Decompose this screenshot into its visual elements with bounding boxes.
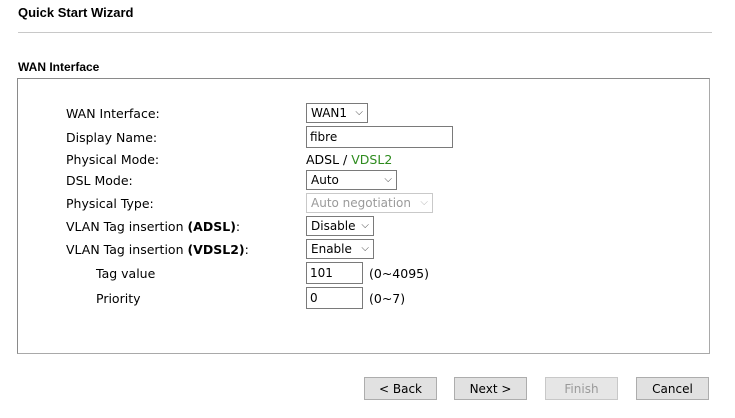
tag-value-label: Tag value xyxy=(96,266,156,281)
vlan-adsl-label: VLAN Tag insertion (ADSL): xyxy=(66,219,240,235)
back-button[interactable]: < Back xyxy=(364,377,437,400)
tag-value-input[interactable] xyxy=(306,262,363,284)
priority-range-hint: (0~7) xyxy=(369,291,406,306)
vlan-vdsl2-label-suffix: : xyxy=(244,242,249,257)
physical-type-label: Physical Type: xyxy=(66,196,154,211)
display-name-label: Display Name: xyxy=(66,130,158,145)
display-name-input[interactable] xyxy=(306,126,453,148)
finish-button: Finish xyxy=(545,377,618,400)
section-title: WAN Interface xyxy=(18,60,100,74)
vlan-adsl-label-bold: (ADSL) xyxy=(187,219,236,234)
physical-mode-label: Physical Mode: xyxy=(66,152,160,167)
vlan-adsl-label-suffix: : xyxy=(235,219,241,234)
physical-mode-separator: / xyxy=(339,152,352,167)
vlan-adsl-select[interactable]: Disable ⌵ xyxy=(306,216,374,236)
physical-mode-adsl: ADSL xyxy=(306,152,340,167)
vlan-vdsl2-select[interactable]: Enable ⌵ xyxy=(306,239,374,259)
priority-input[interactable] xyxy=(306,287,363,309)
chevron-down-icon: ⌵ xyxy=(361,243,369,254)
dsl-mode-label: DSL Mode: xyxy=(66,173,133,188)
chevron-down-icon: ⌵ xyxy=(355,107,363,118)
priority-label: Priority xyxy=(96,291,141,306)
wan-interface-select-value: WAN1 xyxy=(311,106,348,120)
physical-mode-value: ADSL / VDSL2 xyxy=(306,152,392,168)
vlan-adsl-select-value: Disable xyxy=(311,219,356,233)
physical-type-select: Auto negotiation ⌵ xyxy=(306,193,433,213)
title-divider xyxy=(18,32,712,33)
chevron-down-icon: ⌵ xyxy=(384,174,392,185)
wan-interface-select[interactable]: WAN1 ⌵ xyxy=(306,103,368,123)
page-title: Quick Start Wizard xyxy=(18,5,134,20)
wan-interface-label: WAN Interface: xyxy=(66,106,160,121)
chevron-down-icon: ⌵ xyxy=(420,197,428,208)
dsl-mode-select[interactable]: Auto ⌵ xyxy=(306,170,397,190)
vlan-vdsl2-label: VLAN Tag insertion (VDSL2): xyxy=(66,242,249,258)
vlan-vdsl2-select-value: Enable xyxy=(311,242,352,256)
dsl-mode-select-value: Auto xyxy=(311,173,339,187)
chevron-down-icon: ⌵ xyxy=(361,220,369,231)
vlan-vdsl2-label-bold: (VDSL2) xyxy=(187,242,245,257)
vlan-adsl-label-prefix: VLAN Tag insertion xyxy=(66,219,188,234)
physical-mode-vdsl2: VDSL2 xyxy=(351,152,393,167)
next-button[interactable]: Next > xyxy=(454,377,527,400)
tag-value-range-hint: (0~4095) xyxy=(369,266,429,281)
physical-type-select-value: Auto negotiation xyxy=(311,196,412,210)
cancel-button[interactable]: Cancel xyxy=(636,377,709,400)
vlan-vdsl2-label-prefix: VLAN Tag insertion xyxy=(66,242,188,257)
